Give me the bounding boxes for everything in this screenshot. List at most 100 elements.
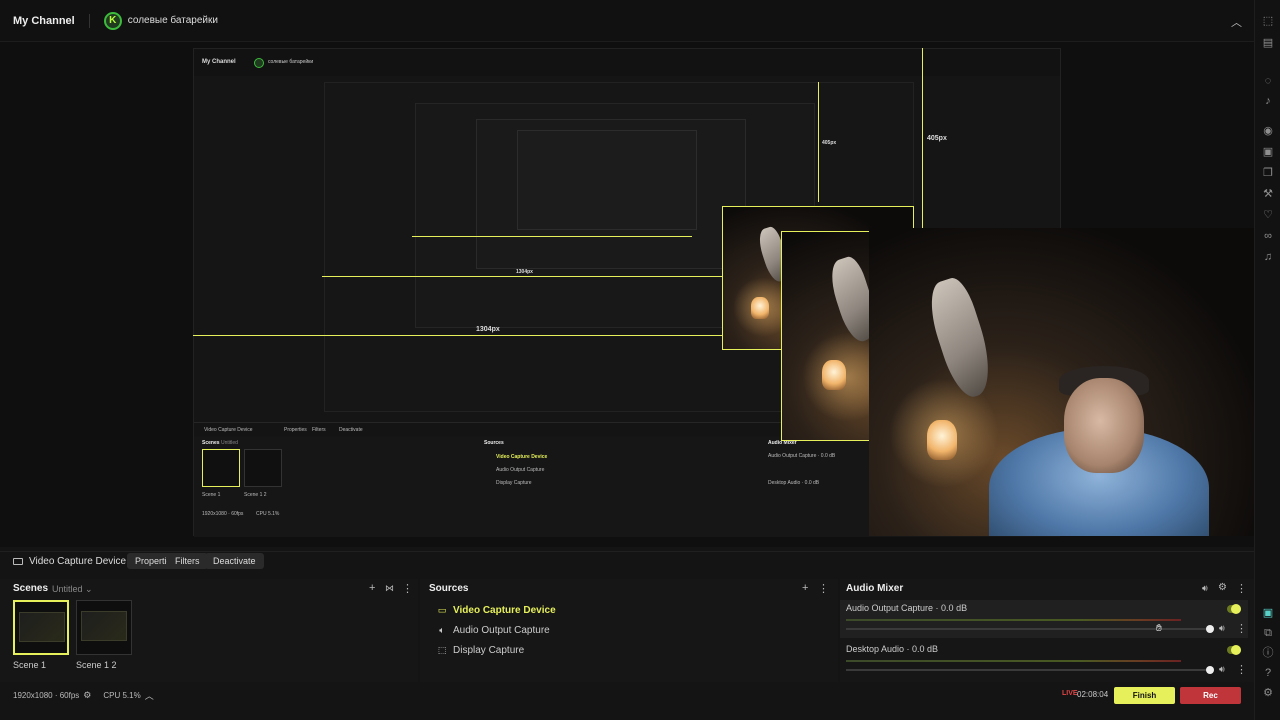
width-guide-line	[412, 236, 692, 237]
nested-account-name: солевые батарейки	[268, 59, 314, 65]
bell-icon[interactable]: ♪	[1261, 94, 1275, 108]
heart-icon[interactable]: ♡	[1261, 208, 1275, 222]
layout-icon[interactable]: ▤	[1261, 36, 1275, 50]
scene-thumbnail[interactable]	[13, 600, 69, 655]
sources-panel: Sources + ⋮ ▭ Video Capture Device 🔈︎ Au…	[420, 579, 838, 682]
scenes-panel: Scenes Untitled ⌄ + ⋈ ⋮ Scene 1 Scene 1 …	[0, 579, 418, 682]
nested-mixer-item: Desktop Audio · 0.0 dB	[768, 480, 820, 486]
add-icon[interactable]: +	[802, 582, 808, 594]
source-item[interactable]: ⬚ Display Capture	[437, 645, 524, 656]
height-guide-line	[818, 82, 819, 202]
transition-icon[interactable]: ⋈	[385, 583, 394, 594]
mouse-cursor: ✋︎	[1156, 623, 1162, 634]
account-name: солевые батарейки	[127, 15, 218, 26]
mixer-channel-label: Desktop Audio · 0.0 dB	[846, 644, 939, 654]
help-icon[interactable]: ?	[1261, 666, 1275, 680]
resolution-label: 1920x1080 · 60fps	[13, 690, 80, 700]
account-switcher[interactable]: K солевые батарейки	[103, 11, 218, 30]
nested-scenes-title: Scenes	[202, 440, 220, 446]
mixer-toggle[interactable]	[1227, 645, 1241, 655]
more-icon[interactable]: ⋮	[1236, 622, 1247, 635]
height-measure-label: 405px	[822, 140, 837, 146]
chat-icon[interactable]: ◌	[1261, 74, 1275, 88]
volume-slider-knob[interactable]	[1206, 625, 1214, 633]
mixer-toggle[interactable]	[1227, 604, 1241, 614]
scene-collection-dropdown[interactable]: Untitled ⌄	[52, 584, 93, 595]
gear-icon[interactable]: ⚙	[83, 690, 91, 701]
source-label: Display Capture	[453, 645, 525, 656]
speaker-icon[interactable]: 🔊︎	[1219, 664, 1225, 675]
source-label: Video Capture Device	[453, 605, 556, 616]
nested-deactivate: Deactivate	[339, 427, 363, 433]
selected-source-name: Video Capture Device	[29, 556, 127, 567]
nested-properties: Properties	[284, 427, 307, 433]
copy-icon[interactable]: ❐	[1261, 166, 1275, 180]
volume-slider-knob[interactable]	[1206, 666, 1214, 674]
more-icon[interactable]: ⋮	[1236, 582, 1247, 595]
camera-icon	[13, 558, 23, 565]
chevron-up-icon[interactable]: ︿	[145, 689, 154, 702]
camera-icon: ▭	[437, 605, 447, 615]
app-icon[interactable]: ▣	[1261, 606, 1275, 620]
info-icon[interactable]: ⓘ	[1261, 646, 1275, 660]
plugin-icon[interactable]: ⧉	[1261, 626, 1275, 640]
mixer-channel-label: Audio Output Capture · 0.0 dB	[846, 603, 968, 613]
scene-label[interactable]: Scene 1	[13, 660, 46, 670]
nested-source-name: Video Capture Device	[204, 427, 253, 433]
speaker-icon[interactable]: 🔊︎	[1202, 583, 1208, 594]
live-indicator: LIVE	[1062, 690, 1078, 697]
account-avatar: K	[103, 11, 122, 30]
person-face	[1064, 378, 1144, 473]
nested-scene-label: Scene 1	[202, 492, 221, 498]
source-item[interactable]: 🔈︎ Audio Output Capture	[437, 625, 550, 636]
height-guide-line	[922, 48, 923, 230]
gear-icon[interactable]: ⚙	[1218, 582, 1227, 593]
nested-preview-5	[517, 130, 697, 230]
source-item[interactable]: ▭ Video Capture Device	[437, 605, 556, 616]
nested-mixer-item: Audio Output Capture · 0.0 dB	[768, 453, 836, 459]
deactivate-button[interactable]: Deactivate	[205, 553, 264, 569]
more-icon[interactable]: ⋮	[818, 582, 829, 595]
volume-meter	[846, 660, 1181, 662]
nested-scene-label: Scene 1 2	[244, 492, 267, 498]
right-rail: ⬚ ▤ ◌ ♪ ◉ ▣ ❐ ⚒ ♡ ∞ ♫ ▣ ⧉ ⓘ ? ⚙	[1254, 0, 1280, 720]
speaker-icon[interactable]: 🔊︎	[1219, 623, 1225, 634]
divider	[88, 13, 90, 28]
nested-account-avatar	[254, 58, 264, 68]
scene-label[interactable]: Scene 1 2	[76, 660, 117, 670]
nested-sources-title: Sources	[484, 440, 504, 446]
finish-button[interactable]: Finish	[1114, 687, 1175, 704]
height-measure-label: 405px	[927, 135, 947, 142]
camera-icon[interactable]: ◉	[1261, 124, 1275, 138]
more-icon[interactable]: ⋮	[402, 582, 413, 595]
sources-title: Sources	[429, 583, 469, 594]
nested-source-item: Audio Output Capture	[496, 467, 545, 473]
dock-icon[interactable]: ⬚	[1261, 14, 1275, 28]
rec-button[interactable]: Rec	[1180, 687, 1241, 704]
width-measure-label: 1304px	[476, 326, 500, 333]
source-label: Audio Output Capture	[453, 625, 550, 636]
width-guide-line	[322, 276, 722, 277]
nested-source-item: Display Capture	[496, 480, 532, 486]
channel-title[interactable]: My Channel	[13, 15, 75, 27]
chevron-up-icon[interactable]: ︿	[1231, 14, 1242, 30]
scene-thumbnail[interactable]	[76, 600, 132, 655]
cpu-usage[interactable]: CPU 5.1%	[103, 691, 140, 700]
nested-scene-thumb	[244, 449, 282, 487]
top-bar: My Channel K солевые батарейки ︿	[0, 0, 1280, 42]
webcam-source[interactable]	[869, 228, 1254, 536]
add-icon[interactable]: +	[369, 582, 375, 594]
width-measure-label: 1304px	[516, 269, 533, 275]
more-icon[interactable]: ⋮	[1236, 663, 1247, 676]
settings-icon[interactable]: ⚙	[1261, 686, 1275, 700]
nested-channel-title: My Channel	[202, 59, 236, 65]
display-icon: ⬚	[437, 645, 447, 655]
tools-icon[interactable]: ⚒	[1261, 187, 1275, 201]
link-icon[interactable]: ∞	[1261, 229, 1275, 243]
nested-cpu: CPU 5.1%	[256, 511, 280, 517]
volume-slider-track[interactable]	[846, 669, 1210, 671]
nested-top-bar: My Channel солевые батарейки	[194, 49, 1060, 76]
filters-button[interactable]: Filters	[167, 553, 208, 569]
music-icon[interactable]: ♫	[1261, 250, 1275, 264]
screenshot-icon[interactable]: ▣	[1261, 145, 1275, 159]
